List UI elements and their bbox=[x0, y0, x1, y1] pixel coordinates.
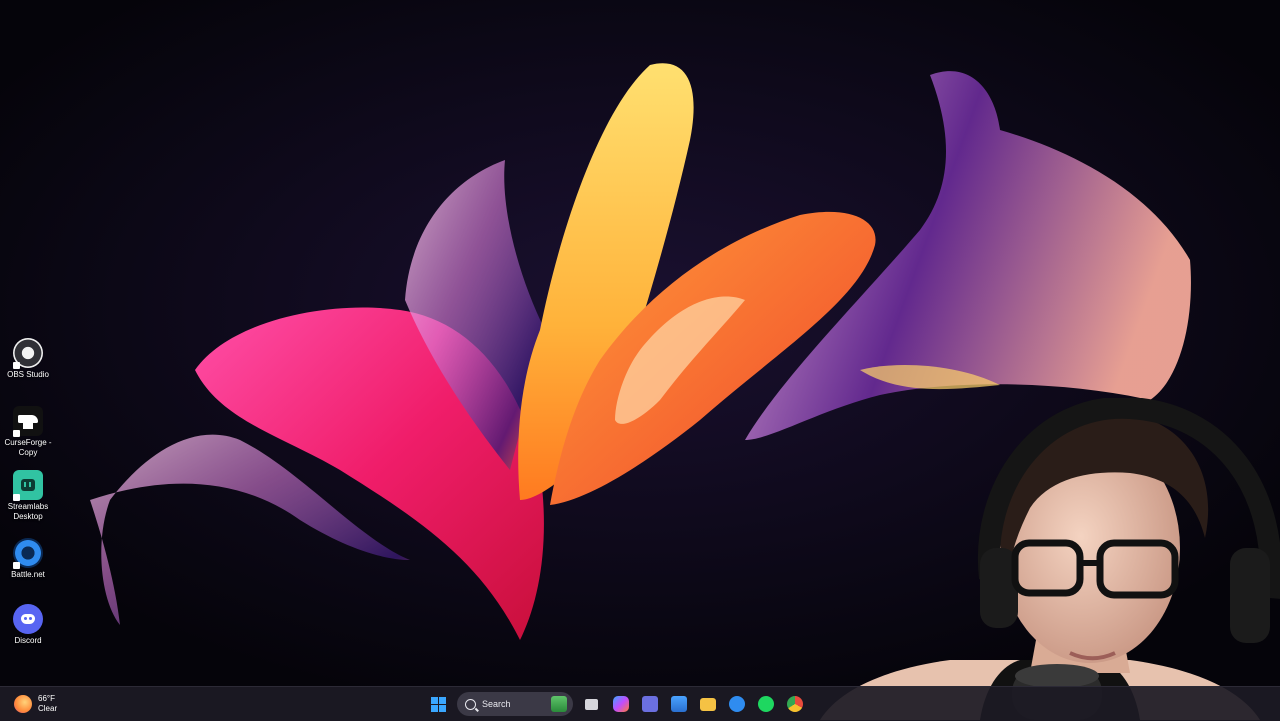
battlenet-icon bbox=[13, 538, 43, 569]
file-explorer-button[interactable] bbox=[695, 691, 721, 717]
taskbar-search-box[interactable]: Search bbox=[457, 692, 573, 716]
search-highlight-icon bbox=[551, 696, 567, 712]
folder-icon bbox=[699, 697, 716, 711]
battlenet-taskbar-button[interactable] bbox=[724, 691, 750, 717]
spotify-icon bbox=[757, 696, 774, 712]
desktop-icon-discord[interactable]: Discord bbox=[4, 604, 52, 646]
start-button[interactable] bbox=[426, 691, 452, 717]
taskbar: 66°F Clear Search bbox=[0, 686, 1280, 721]
chrome-button[interactable] bbox=[782, 691, 808, 717]
weather-temp: 66°F bbox=[38, 694, 55, 703]
desktop-icon-curseforge-copy[interactable]: CurseForge - Copy bbox=[4, 406, 52, 458]
search-icon bbox=[465, 698, 476, 710]
streamlabs-icon bbox=[13, 470, 43, 501]
weather-clear-icon bbox=[14, 695, 32, 713]
desktop-icon-battlenet[interactable]: Battle.net bbox=[4, 538, 52, 580]
weather-widget[interactable]: 66°F Clear bbox=[14, 691, 57, 717]
search-placeholder: Search bbox=[482, 699, 511, 709]
task-view-icon bbox=[585, 698, 598, 710]
windows-logo-icon bbox=[431, 696, 446, 712]
teams-icon bbox=[641, 696, 658, 712]
curseforge-icon bbox=[13, 406, 43, 437]
weather-condition: Clear bbox=[38, 704, 58, 713]
battlenet-icon bbox=[728, 696, 745, 712]
store-icon bbox=[670, 696, 687, 712]
discord-icon bbox=[13, 604, 43, 634]
desktop-icon-obs-studio[interactable]: OBS Studio bbox=[4, 338, 52, 380]
microsoft-store-button[interactable] bbox=[666, 691, 692, 717]
copilot-button[interactable] bbox=[608, 691, 634, 717]
task-view-button[interactable] bbox=[579, 691, 605, 717]
taskbar-apps: Search bbox=[424, 690, 809, 718]
desktop-icon-streamlabs-desktop[interactable]: Streamlabs Desktop bbox=[4, 470, 52, 522]
webcam-overlay bbox=[800, 398, 1280, 720]
obs-icon bbox=[13, 338, 43, 369]
teams-button[interactable] bbox=[637, 691, 663, 717]
copilot-icon bbox=[612, 696, 629, 712]
chrome-icon bbox=[786, 696, 803, 712]
spotify-button[interactable] bbox=[753, 691, 779, 717]
